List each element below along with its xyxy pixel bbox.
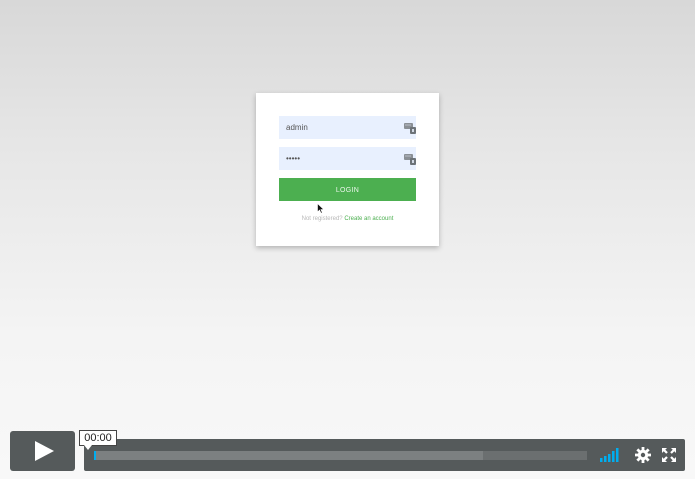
login-button[interactable]: LOGIN [279, 178, 416, 201]
password-field[interactable] [279, 147, 416, 170]
time-tooltip: 00:00 [79, 430, 117, 450]
progress-buffered [94, 451, 484, 460]
create-account-link[interactable]: Create an account [344, 216, 393, 222]
key-icon [404, 154, 416, 165]
play-button[interactable] [10, 431, 75, 471]
control-bar [84, 439, 685, 471]
progress-bar[interactable] [94, 451, 587, 460]
fullscreen-icon[interactable] [662, 448, 676, 462]
mouse-pointer-icon [317, 203, 325, 214]
progress-played [94, 451, 96, 460]
login-card: LOGIN Not registered? Create an account [256, 93, 439, 246]
register-prompt: Not registered? [301, 216, 343, 222]
username-field[interactable] [279, 116, 416, 139]
gear-icon[interactable] [635, 447, 651, 463]
video-frame: LOGIN Not registered? Create an account [0, 0, 695, 479]
password-input[interactable] [279, 147, 399, 170]
username-input[interactable] [279, 116, 399, 139]
key-icon [404, 123, 416, 134]
play-icon [35, 441, 54, 461]
volume-icon[interactable] [600, 448, 622, 462]
register-line: Not registered? Create an account [256, 216, 439, 222]
